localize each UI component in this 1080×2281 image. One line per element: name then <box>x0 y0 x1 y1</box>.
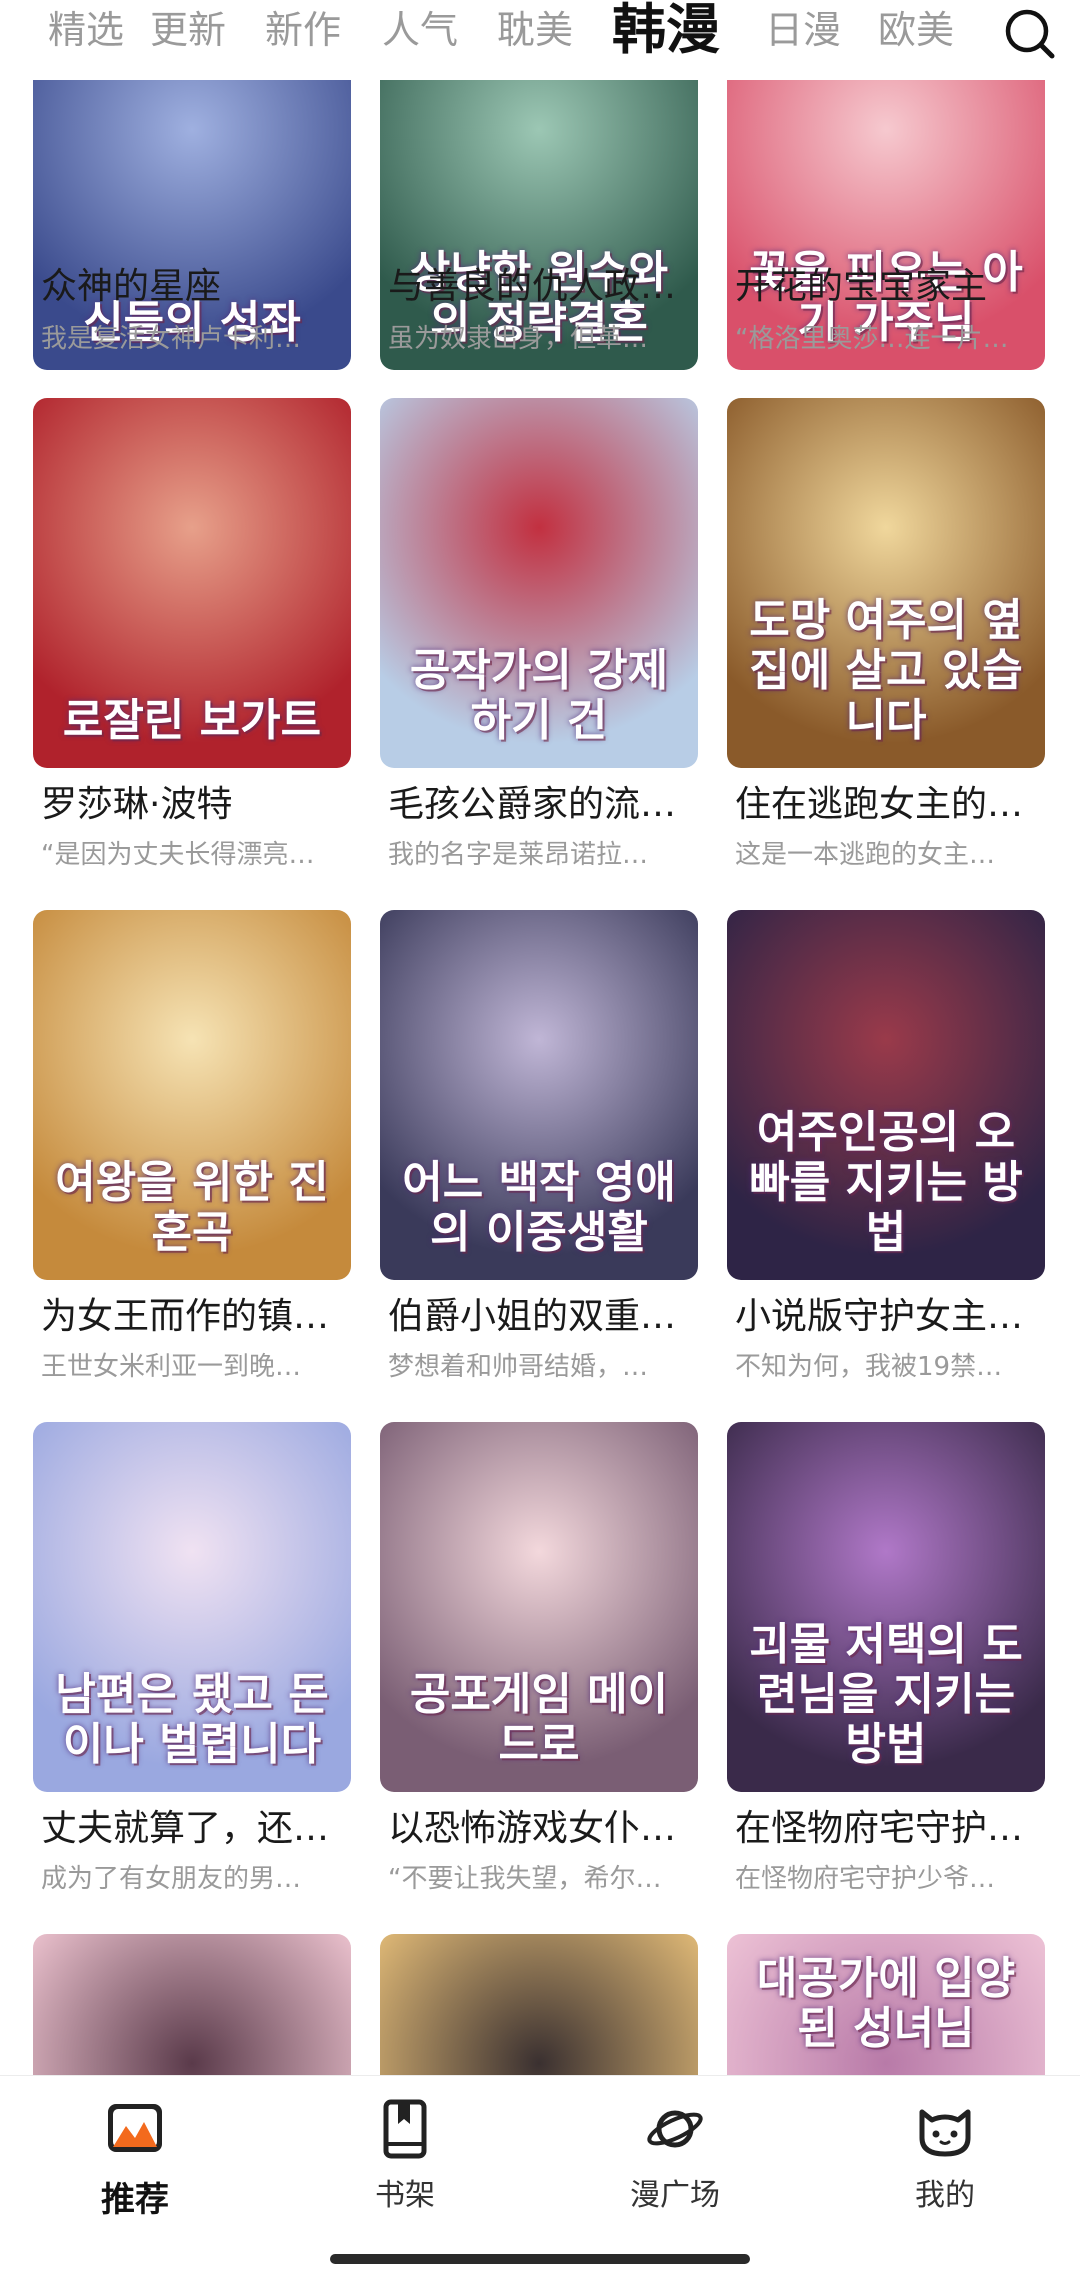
comic-card[interactable]: 여왕을 위한 진혼곡 为女王而作的镇… 王世女米利亚一到晚… <box>33 910 351 1410</box>
comic-cover: 여왕을 위한 진혼곡 <box>33 910 351 1280</box>
comic-card[interactable]: 공포게임 메이드로 以恐怖游戏女仆… “不要让我失望，希尔… <box>380 1422 698 1922</box>
comic-title: 毛孩公爵家的流… <box>388 784 677 825</box>
comic-description: “是因为丈夫长得漂亮… <box>41 840 315 870</box>
comic-card[interactable]: 괴물 저택의 도련님을 지키는 방법 在怪物府宅守护… 在怪物府宅守护少爷… <box>727 1422 1045 1922</box>
recommend-icon <box>108 2104 162 2152</box>
comic-title: 伯爵小姐的双重… <box>388 1296 677 1337</box>
comic-title: 罗莎琳·波特 <box>41 784 233 825</box>
tab-featured[interactable]: 精选 <box>48 8 124 52</box>
tab-updates[interactable]: 更新 <box>150 8 226 52</box>
nav-comic-square[interactable]: 漫广场 <box>575 2098 775 2214</box>
comic-cover: 남편은 됐고 돈이나 벌렵니다 <box>33 1422 351 1792</box>
comic-grid: 신들의 성좌 众神的星座 我是复活女神卢卡利… 상냥한 원수와의 정략결혼 与善… <box>0 80 1080 2075</box>
comic-description: 这是一本逃跑的女主… <box>735 840 996 870</box>
tab-korean-comics[interactable]: 韩漫 <box>612 0 720 60</box>
comic-card[interactable]: 상냥한 원수와의 정략결혼 与善良的仇人政… 虽为奴隶出身，但革… <box>380 80 698 450</box>
cover-title-art: 괴물 저택의 도련님을 지키는 방법 <box>749 1619 1023 1770</box>
tab-western-comics[interactable]: 欧美 <box>878 8 954 52</box>
category-tabs: 精选 更新 新作 人气 耽美 韩漫 日漫 欧美 <box>0 0 1000 80</box>
comic-title: 小说版守护女主… <box>735 1296 1024 1337</box>
cover-title-art: 공작가의 강제 하기 건 <box>409 645 669 746</box>
comic-card[interactable]: 꽃을 피우는 아기 가주님 开花的宝宝家主 “格洛里奥莎…连一片… <box>727 80 1045 450</box>
comic-card[interactable] <box>33 1934 351 2075</box>
comic-description: 我的名字是莱昂诺拉… <box>388 840 649 870</box>
cover-title-art: 로잘린 보가트 <box>62 695 322 746</box>
comic-card[interactable]: 대공가에 입양된 성녀님 <box>727 1934 1045 2075</box>
comic-cover <box>380 1934 698 2075</box>
comic-cover: 대공가에 입양된 성녀님 <box>727 1934 1045 2075</box>
tab-japanese-comics[interactable]: 日漫 <box>765 8 841 52</box>
comic-description: 成为了有女朋友的男… <box>41 1864 302 1894</box>
nav-label-recommend: 推荐 <box>101 2180 169 2220</box>
nav-label-mine: 我的 <box>915 2178 975 2213</box>
comic-title: 开花的宝宝家主 <box>735 266 988 307</box>
comic-description: 我是复活女神卢卡利… <box>41 324 302 354</box>
top-tab-bar: 精选 更新 新作 人气 耽美 韩漫 日漫 欧美 <box>0 0 1080 80</box>
comic-cover: 공포게임 메이드로 <box>380 1422 698 1792</box>
comic-cover: 도망 여주의 옆집에 살고 있습니다 <box>727 398 1045 768</box>
home-indicator[interactable] <box>330 2254 750 2264</box>
planet-icon <box>647 2110 703 2148</box>
comic-card[interactable]: 로잘린 보가트 罗莎琳·波特 “是因为丈夫长得漂亮… <box>33 398 351 898</box>
cover-title-art: 남편은 됐고 돈이나 벌렵니다 <box>55 1669 329 1770</box>
search-button[interactable] <box>1002 6 1058 62</box>
tab-popular[interactable]: 人气 <box>382 8 458 52</box>
tab-new[interactable]: 新作 <box>265 8 341 52</box>
comic-card[interactable]: 공작가의 강제 하기 건 毛孩公爵家的流… 我的名字是莱昂诺拉… <box>380 398 698 898</box>
comic-description: “格洛里奥莎…连一片… <box>735 324 1009 354</box>
search-icon <box>1005 9 1055 59</box>
comic-card[interactable]: 여주인공의 오빠를 지키는 방법 小说版守护女主… 不知为何，我被19禁… <box>727 910 1045 1410</box>
comic-title: 住在逃跑女主的… <box>735 784 1024 825</box>
comic-title: 众神的星座 <box>41 266 222 307</box>
comic-title: 与善良的仇人政… <box>388 266 677 307</box>
comic-cover <box>33 1934 351 2075</box>
comic-cover: 로잘린 보가트 <box>33 398 351 768</box>
comic-card[interactable]: 신들의 성좌 众神的星座 我是复活女神卢卡利… <box>33 80 351 450</box>
tab-bl[interactable]: 耽美 <box>497 8 573 52</box>
comic-title: 以恐怖游戏女仆… <box>388 1808 677 1849</box>
comic-card[interactable]: 어느 백작 영애의 이중생활 伯爵小姐的双重… 梦想着和帅哥结婚，… <box>380 910 698 1410</box>
nav-label-comic-square: 漫广场 <box>630 2178 720 2213</box>
comic-description: “不要让我失望，希尔… <box>388 1864 662 1894</box>
comic-card[interactable]: 남편은 됐고 돈이나 벌렵니다 丈夫就算了，还… 成为了有女朋友的男… <box>33 1422 351 1922</box>
comic-description: 在怪物府宅守护少爷… <box>735 1864 996 1894</box>
nav-mine[interactable]: 我的 <box>845 2098 1045 2214</box>
cover-title-art: 공포게임 메이드로 <box>409 1669 669 1770</box>
cat-face-icon <box>919 2109 971 2157</box>
comic-description: 不知为何，我被19禁… <box>735 1352 1003 1382</box>
cover-title-art: 여왕을 위한 진혼곡 <box>55 1157 329 1258</box>
comic-description: 梦想着和帅哥结婚，… <box>388 1352 649 1382</box>
cover-title-art: 대공가에 입양된 성녀님 <box>756 1953 1016 2054</box>
comic-title: 为女王而作的镇… <box>41 1296 330 1337</box>
comic-description: 虽为奴隶出身，但革… <box>388 324 649 354</box>
comic-card[interactable]: 도망 여주의 옆집에 살고 있습니다 住在逃跑女主的… 这是一本逃跑的女主… <box>727 398 1045 898</box>
nav-recommend[interactable]: 推荐 <box>35 2098 235 2221</box>
nav-label-bookshelf: 书架 <box>375 2178 435 2213</box>
comic-description: 王世女米利亚一到晚… <box>41 1352 302 1382</box>
cover-title-art: 도망 여주의 옆집에 살고 있습니다 <box>749 595 1023 746</box>
cover-title-art: 여주인공의 오빠를 지키는 방법 <box>749 1107 1023 1258</box>
comic-title: 丈夫就算了，还… <box>41 1808 330 1849</box>
bottom-navigation: 推荐 书架 漫广场 我的 <box>0 2075 1080 2281</box>
bookshelf-icon <box>383 2099 427 2159</box>
comic-cover: 괴물 저택의 도련님을 지키는 방법 <box>727 1422 1045 1792</box>
nav-bookshelf[interactable]: 书架 <box>305 2098 505 2214</box>
comic-cover: 여주인공의 오빠를 지키는 방법 <box>727 910 1045 1280</box>
comic-title: 在怪物府宅守护… <box>735 1808 1024 1849</box>
comic-card[interactable] <box>380 1934 698 2075</box>
cover-title-art: 어느 백작 영애의 이중생활 <box>402 1157 676 1258</box>
comic-cover: 공작가의 강제 하기 건 <box>380 398 698 768</box>
comic-cover: 어느 백작 영애의 이중생활 <box>380 910 698 1280</box>
